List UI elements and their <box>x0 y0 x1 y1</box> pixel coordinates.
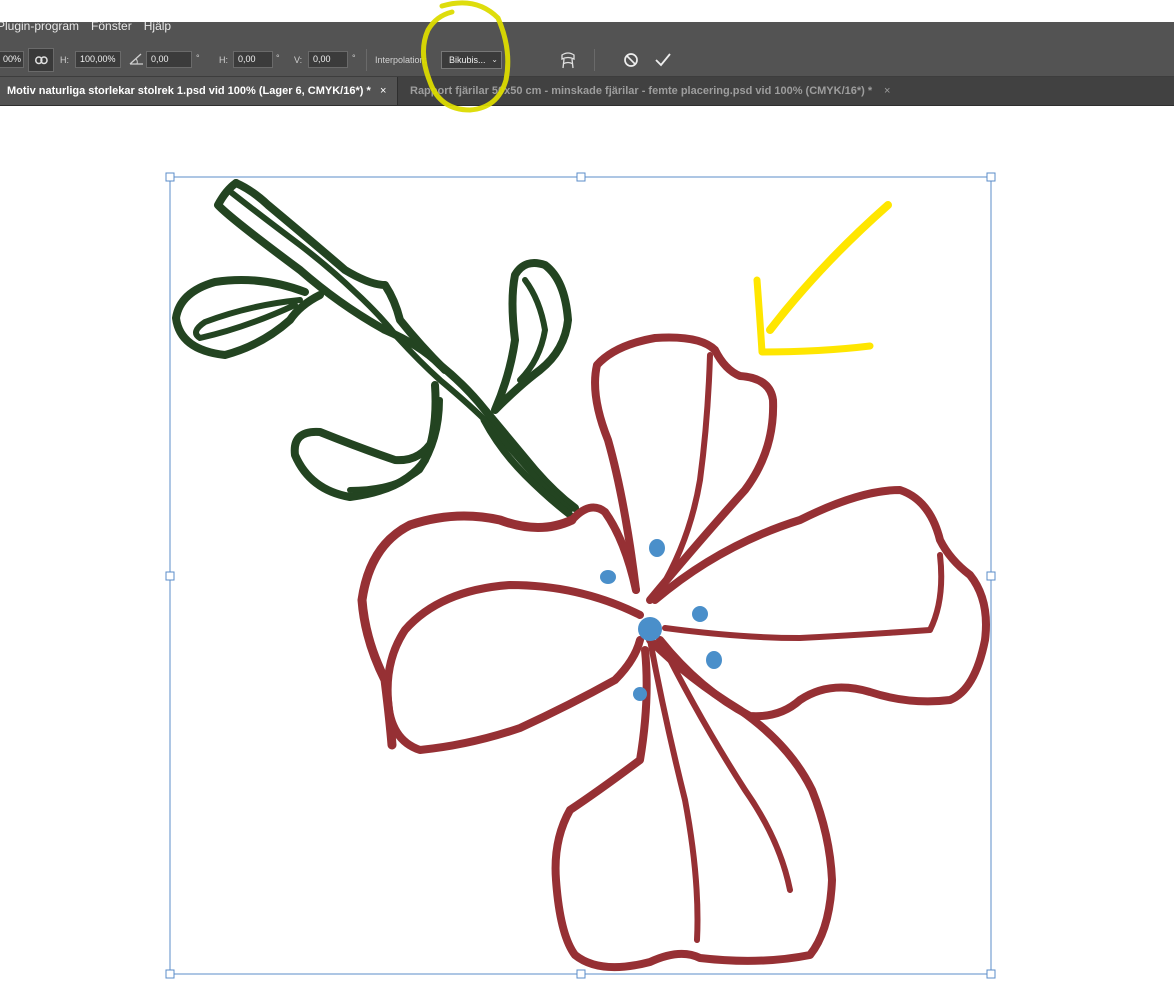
vskew-field[interactable]: 0,00 <box>308 51 348 68</box>
tab-rapport[interactable]: Rapport fjärilar 50x50 cm - minskade fjä… <box>397 77 902 105</box>
transform-handle <box>986 571 996 581</box>
document-tabs: Motiv naturliga storlekar stolrek 1.psd … <box>0 77 1174 106</box>
transform-handle <box>165 571 175 581</box>
separator <box>594 49 595 71</box>
flower-stem <box>172 179 579 519</box>
height-label: H: <box>60 55 69 65</box>
hskew-field[interactable]: 0,00 <box>233 51 273 68</box>
menu-bar: Plugin-program Fönster Hjälp <box>0 22 1174 43</box>
interpolation-label: Interpolation: <box>375 55 428 65</box>
hskew-degree: ° <box>276 53 280 63</box>
close-icon[interactable]: × <box>884 77 890 105</box>
top-strip <box>0 0 1174 22</box>
warp-icon[interactable] <box>559 50 577 70</box>
link-icon <box>35 56 48 65</box>
hskew-label: H: <box>219 55 228 65</box>
chevron-down-icon: ⌄ <box>491 55 498 64</box>
angle-icon <box>129 53 143 65</box>
transform-handle <box>986 969 996 979</box>
transform-handle <box>986 172 996 182</box>
document-canvas[interactable] <box>0 106 1174 1004</box>
options-bar: 00% H: 100,00% 0,00 ° H: 0,00 ° V: 0,00 … <box>0 43 1174 77</box>
height-field[interactable]: 100,00% <box>75 51 121 68</box>
transform-bounding-box[interactable] <box>165 172 996 979</box>
tab-motiv[interactable]: Motiv naturliga storlekar stolrek 1.psd … <box>0 77 397 105</box>
cancel-icon[interactable] <box>623 52 639 68</box>
transform-handle <box>576 969 586 979</box>
angle-field[interactable]: 0,00 <box>146 51 192 68</box>
interpolation-select[interactable]: Bikubis... ⌄ <box>441 51 502 69</box>
width-field[interactable]: 00% <box>0 51 24 68</box>
tab-label: Rapport fjärilar 50x50 cm - minskade fjä… <box>410 85 873 97</box>
vskew-label: V: <box>294 55 303 65</box>
menu-hjalp[interactable]: Hjälp <box>144 22 171 32</box>
link-aspect-button[interactable] <box>28 48 54 72</box>
angle-degree: ° <box>196 53 200 63</box>
menu-plugin-program[interactable]: Plugin-program <box>0 22 79 32</box>
transform-handle <box>576 172 586 182</box>
flower-petals <box>357 333 990 972</box>
separator <box>366 49 367 71</box>
menu-fonster[interactable]: Fönster <box>91 22 132 32</box>
annotation-arrow <box>753 201 892 356</box>
vskew-degree: ° <box>352 53 356 63</box>
close-icon[interactable]: × <box>380 77 386 105</box>
tab-label: Motiv naturliga storlekar stolrek 1.psd … <box>7 85 371 97</box>
checkmark-icon[interactable] <box>654 52 672 68</box>
interpolation-value: Bikubis... <box>449 55 486 65</box>
transform-handle <box>165 172 175 182</box>
transform-handle <box>165 969 175 979</box>
